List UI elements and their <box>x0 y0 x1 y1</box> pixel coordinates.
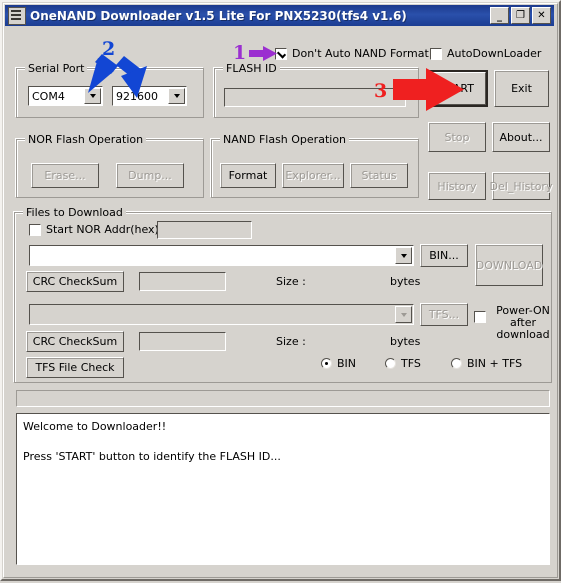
minimize-icon: _ <box>497 11 502 22</box>
size-label-tfs: Size : <box>276 335 306 348</box>
about-button-label: About... <box>499 130 543 144</box>
explorer-button[interactable]: Explorer... <box>282 163 344 188</box>
radio-bin-label: BIN <box>337 357 357 370</box>
start-nor-addr-checkbox[interactable]: Start NOR Addr(hex): <box>29 223 163 236</box>
nand-flash-group-title: NAND Flash Operation <box>220 133 350 146</box>
history-button[interactable]: History <box>428 172 486 200</box>
history-button-label: History <box>437 179 477 193</box>
bin-file-combo[interactable] <box>29 245 414 266</box>
tfs-browse-button-label: TFS... <box>428 308 460 321</box>
start-nor-addr-checkbox-box[interactable] <box>29 223 41 236</box>
dont-auto-nand-format-checkbox[interactable]: Don't Auto NAND Format <box>275 47 429 60</box>
baud-rate-value: 921600 <box>116 89 158 103</box>
crc-value-bin-field <box>139 272 226 291</box>
crc-checksum-tfs-button-label: CRC CheckSum <box>32 335 118 348</box>
dump-button[interactable]: Dump... <box>116 163 184 188</box>
flash-id-group-title: FLASH ID <box>223 62 280 75</box>
close-icon: ✕ <box>537 9 546 21</box>
dont-auto-nand-format-label: Don't Auto NAND Format <box>292 47 429 60</box>
progress-bar <box>16 390 550 407</box>
stop-button[interactable]: Stop <box>428 122 486 152</box>
start-nor-addr-input[interactable] <box>157 221 252 239</box>
files-to-download-group-title: Files to Download <box>23 206 126 219</box>
chevron-down-icon[interactable] <box>168 88 185 104</box>
serial-port-combo[interactable]: COM4 <box>28 86 103 106</box>
power-on-after-download-label: Power-ON after download <box>492 305 554 341</box>
maximize-button[interactable]: ❐ <box>511 7 530 24</box>
del-history-button-label: Del_History <box>489 179 553 193</box>
format-button-label: Format <box>228 169 268 182</box>
annotation-number-3: 3 <box>374 80 388 102</box>
radio-bin-tfs[interactable]: BIN + TFS <box>451 357 522 370</box>
start-button[interactable]: START <box>426 70 488 107</box>
start-button-label: START <box>428 72 486 105</box>
power-on-line-3: download <box>496 328 550 341</box>
tfs-file-combo[interactable] <box>29 304 414 325</box>
radio-tfs-label: TFS <box>401 357 421 370</box>
tfs-file-check-button[interactable]: TFS File Check <box>26 357 124 378</box>
annotation-number-2: 2 <box>102 38 116 60</box>
crc-checksum-tfs-button[interactable]: CRC CheckSum <box>26 331 124 352</box>
app-window: OneNAND Downloader v1.5 Lite For PNX5230… <box>0 0 561 581</box>
baud-rate-combo[interactable]: 921600 <box>112 86 187 106</box>
format-button[interactable]: Format <box>220 163 276 188</box>
dont-auto-nand-format-checkbox-box[interactable] <box>275 47 287 60</box>
power-on-after-download-checkbox[interactable] <box>474 311 486 323</box>
log-line-1: Welcome to Downloader!! <box>23 420 167 433</box>
window-controls: _ ❐ ✕ <box>490 7 554 24</box>
close-button[interactable]: ✕ <box>532 7 551 24</box>
exit-button-label: Exit <box>511 82 532 95</box>
crc-checksum-bin-button-label: CRC CheckSum <box>32 275 118 288</box>
about-button[interactable]: About... <box>492 122 550 152</box>
log-line-3: Press 'START' button to identify the FLA… <box>23 450 281 463</box>
dump-button-label: Dump... <box>128 169 172 182</box>
chevron-down-icon[interactable] <box>84 88 101 104</box>
start-nor-addr-label: Start NOR Addr(hex): <box>46 223 163 236</box>
radio-tfs[interactable]: TFS <box>385 357 421 370</box>
auto-downloader-label: AutoDownLoader <box>447 47 542 60</box>
window-title: OneNAND Downloader v1.5 Lite For PNX5230… <box>30 8 407 23</box>
log-line-2 <box>23 434 543 449</box>
size-label-bin: Size : <box>276 275 306 288</box>
title-bar: OneNAND Downloader v1.5 Lite For PNX5230… <box>5 5 554 26</box>
bytes-label-tfs: bytes <box>390 335 421 348</box>
bytes-label-bin: bytes <box>390 275 421 288</box>
serial-port-group-title: Serial Port <box>25 62 88 75</box>
erase-button-label: Erase... <box>44 169 86 182</box>
crc-value-tfs-field <box>139 332 226 351</box>
tfs-file-check-button-label: TFS File Check <box>35 361 115 374</box>
radio-bin[interactable]: BIN <box>321 357 356 370</box>
crc-checksum-bin-button[interactable]: CRC CheckSum <box>26 271 124 292</box>
maximize-icon: ❐ <box>516 9 525 21</box>
app-icon <box>8 6 26 25</box>
radio-tfs-box[interactable] <box>385 358 396 369</box>
chevron-down-icon[interactable] <box>395 247 412 264</box>
radio-bin-tfs-label: BIN + TFS <box>467 357 523 370</box>
chevron-down-icon[interactable] <box>395 306 412 323</box>
radio-bin-box[interactable] <box>321 358 332 369</box>
auto-downloader-checkbox-box[interactable] <box>430 47 442 60</box>
explorer-button-label: Explorer... <box>285 169 341 182</box>
download-button-label: DOWNLOAD <box>475 258 543 272</box>
tfs-browse-button[interactable]: TFS... <box>420 303 468 326</box>
download-button[interactable]: DOWNLOAD <box>475 244 543 286</box>
radio-bin-tfs-box[interactable] <box>451 358 462 369</box>
annotation-number-1: 1 <box>233 42 247 64</box>
del-history-button[interactable]: Del_History <box>489 172 553 200</box>
nor-flash-group-title: NOR Flash Operation <box>25 133 147 146</box>
exit-button[interactable]: Exit <box>494 70 549 107</box>
bin-browse-button[interactable]: BIN... <box>420 244 468 267</box>
serial-port-value: COM4 <box>32 89 65 103</box>
auto-downloader-checkbox[interactable]: AutoDownLoader <box>430 47 541 60</box>
status-button-label: Status <box>361 169 397 182</box>
stop-button-label: Stop <box>444 130 470 144</box>
bin-browse-button-label: BIN... <box>429 249 459 262</box>
status-button[interactable]: Status <box>350 163 408 188</box>
log-output[interactable]: Welcome to Downloader!! Press 'START' bu… <box>16 413 550 565</box>
erase-button[interactable]: Erase... <box>31 163 99 188</box>
minimize-button[interactable]: _ <box>490 7 509 24</box>
